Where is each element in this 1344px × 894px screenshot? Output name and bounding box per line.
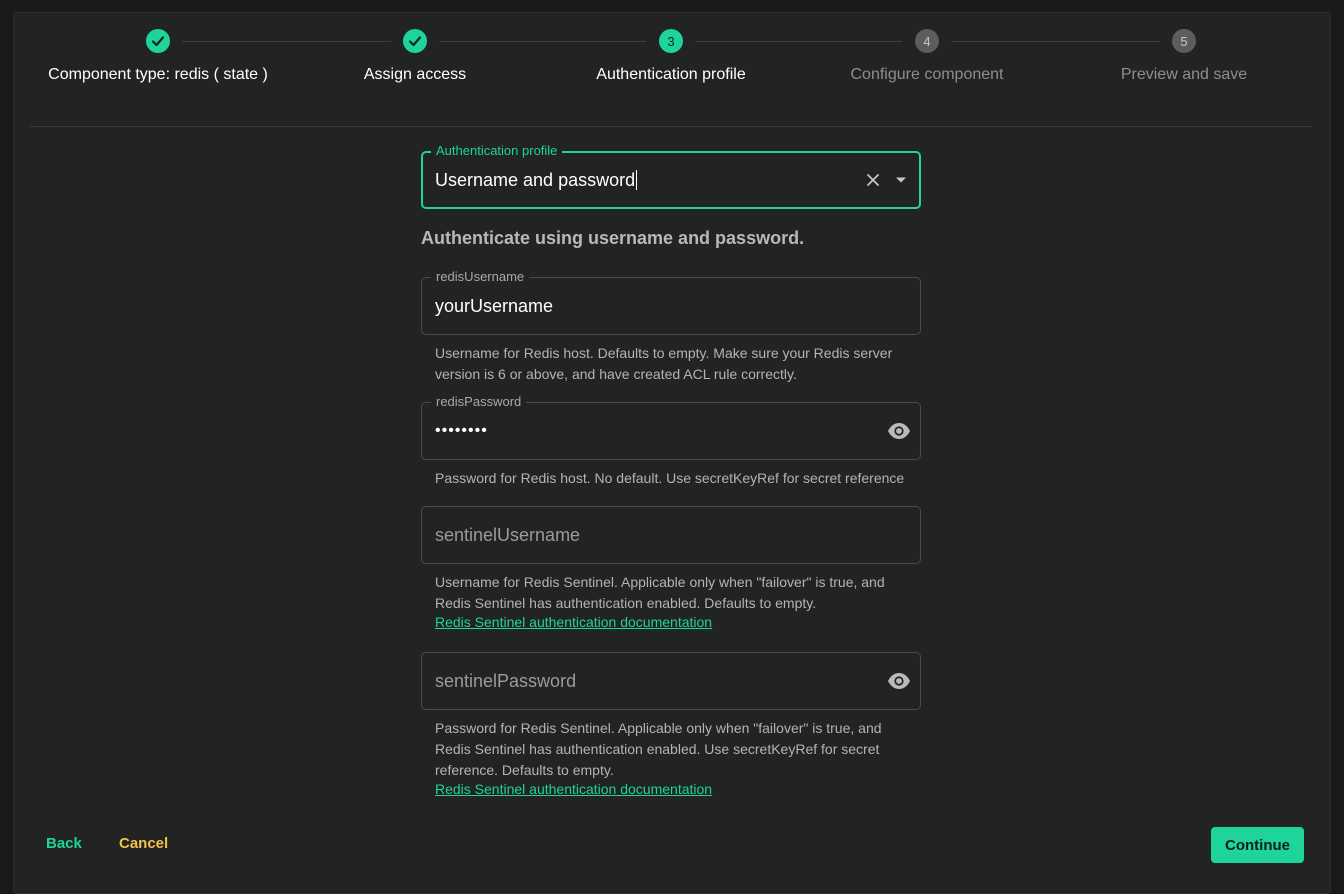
step-done-circle bbox=[403, 29, 427, 53]
step-component-type: Component type: redis ( state ) bbox=[30, 29, 286, 84]
sentinel-auth-doc-link[interactable]: Redis Sentinel authentication documentat… bbox=[435, 781, 712, 797]
field-placeholder: sentinelUsername bbox=[435, 524, 581, 545]
step-label: Assign access bbox=[363, 66, 467, 83]
step-number: 5 bbox=[1172, 29, 1196, 53]
close-icon[interactable] bbox=[866, 173, 880, 187]
select-value: Username and password bbox=[435, 169, 636, 190]
sentinel-password-helper: Password for Redis Sentinel. Applicable … bbox=[435, 720, 882, 778]
redis-username-helper: Username for Redis host. Defaults to emp… bbox=[435, 345, 893, 382]
step-label: Component type: redis ( state ) bbox=[48, 66, 268, 83]
section-heading: Authenticate using username and password… bbox=[421, 228, 805, 248]
step-preview-save: 5 Preview and save bbox=[1056, 29, 1312, 84]
select-value-wrap: Username and password bbox=[435, 153, 638, 207]
stepper: Component type: redis ( state ) Assign a… bbox=[0, 0, 1344, 100]
step-configure-component: 4 Configure component bbox=[799, 29, 1055, 84]
eye-icon[interactable] bbox=[887, 422, 911, 440]
field-value: yourUsername bbox=[435, 295, 554, 316]
step-number: 4 bbox=[915, 29, 939, 53]
step-label: Authentication profile bbox=[596, 66, 746, 83]
sentinel-password-field[interactable]: sentinelPassword bbox=[421, 652, 921, 710]
step-authentication-profile: 3 Authentication profile bbox=[543, 29, 799, 84]
caret-down-icon[interactable] bbox=[895, 176, 907, 184]
text-caret bbox=[636, 170, 638, 190]
password-value: •••••••• bbox=[435, 422, 488, 439]
step-done-circle bbox=[146, 29, 170, 53]
cancel-button[interactable]: Cancel bbox=[119, 835, 168, 852]
field-placeholder: sentinelPassword bbox=[435, 670, 577, 691]
back-button[interactable]: Back bbox=[46, 835, 82, 852]
step-assign-access: Assign access bbox=[287, 29, 543, 84]
authentication-profile-select[interactable]: Authentication profile Username and pass… bbox=[421, 143, 921, 209]
redis-password-helper: Password for Redis host. No default. Use… bbox=[435, 470, 905, 486]
check-icon bbox=[408, 36, 422, 47]
sentinel-username-field[interactable]: sentinelUsername bbox=[421, 506, 921, 564]
eye-icon[interactable] bbox=[887, 672, 911, 690]
continue-button[interactable]: Continue bbox=[1211, 827, 1304, 863]
step-label: Configure component bbox=[850, 66, 1004, 83]
step-label: Preview and save bbox=[1120, 66, 1248, 83]
divider bbox=[30, 126, 1311, 127]
redis-username-field[interactable]: redisUsername yourUsername bbox=[421, 269, 921, 335]
step-number: 3 bbox=[659, 29, 683, 53]
redis-password-field[interactable]: redisPassword •••••••• bbox=[421, 394, 921, 460]
check-icon bbox=[151, 36, 165, 47]
sentinel-auth-doc-link[interactable]: Redis Sentinel authentication documentat… bbox=[435, 614, 712, 630]
sentinel-username-helper: Username for Redis Sentinel. Applicable … bbox=[435, 574, 885, 611]
